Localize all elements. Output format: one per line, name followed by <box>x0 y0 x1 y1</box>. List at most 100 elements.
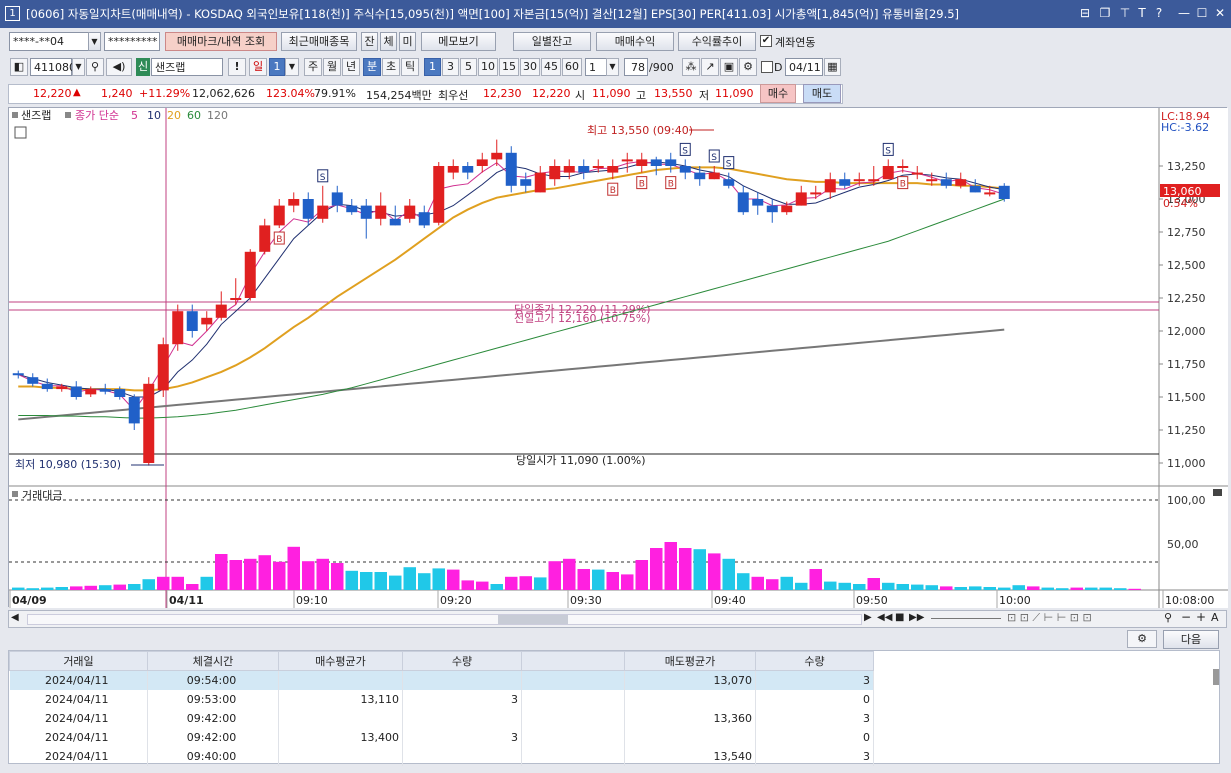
header-buy-qty[interactable]: 수량 <box>402 651 522 671</box>
volume-bar <box>983 587 996 590</box>
header-blank[interactable] <box>521 651 625 671</box>
volume-bar <box>853 584 866 590</box>
date-input[interactable]: 04/11 <box>785 58 823 76</box>
table-row[interactable]: 2024/04/11 09:54:00 13,070 3 <box>9 670 874 690</box>
help-icon[interactable]: ? <box>1151 5 1167 21</box>
stop-icon[interactable]: ■ <box>895 612 904 623</box>
period-day-button[interactable]: 일 <box>249 58 267 76</box>
candle-body <box>346 205 358 213</box>
table-row[interactable]: 2024/04/11 09:40:00 13,540 3 <box>9 746 874 766</box>
buy-button[interactable]: 매수 <box>760 84 796 103</box>
zoom-slider[interactable] <box>931 618 1001 619</box>
trades-table: 거래일 체결시간 매수평균가 수량 매도평균가 수량 2024/04/11 09:… <box>9 651 874 766</box>
sound-icon[interactable]: ◀) <box>106 58 132 76</box>
interval-dropdown-icon[interactable]: ▼ <box>606 58 619 76</box>
period-second-button[interactable]: 초 <box>382 58 400 76</box>
zoom-in-icon[interactable]: + <box>1196 610 1206 624</box>
scroll-left-icon[interactable]: ◀ <box>11 612 19 623</box>
sell-button[interactable]: 매도 <box>803 84 841 103</box>
trade-profit-button[interactable]: 매매수익 <box>596 32 674 51</box>
table-cell: 3 <box>755 670 874 690</box>
table-cell: 0 <box>755 689 874 709</box>
zoom-icon[interactable]: ⚲ <box>1164 611 1172 624</box>
period-dropdown-icon[interactable]: ▼ <box>285 58 299 76</box>
period-minute-button[interactable]: 분 <box>363 58 381 76</box>
table-cell <box>624 689 756 709</box>
header-buy-avg[interactable]: 매수평균가 <box>278 651 403 671</box>
period-month-button[interactable]: 월 <box>323 58 341 76</box>
drawing-tool-icon[interactable]: ↗ <box>701 58 719 76</box>
minute-10-button[interactable]: 10 <box>478 58 498 76</box>
header-sell-qty[interactable]: 수량 <box>755 651 874 671</box>
stock-code-input[interactable]: 411080 <box>30 58 76 76</box>
header-exec-time[interactable]: 체결시간 <box>147 651 279 671</box>
font-a-icon[interactable]: A <box>1211 611 1219 624</box>
period-year-button[interactable]: 년 <box>342 58 360 76</box>
new-listing-tag: 신 <box>136 58 150 76</box>
pin-icon[interactable]: ⊤ <box>1117 5 1133 21</box>
scroll-track[interactable] <box>27 614 862 625</box>
indicator-icon[interactable]: ⁂ <box>682 58 700 76</box>
table-cell: 09:53:00 <box>147 689 279 709</box>
bar-count-input[interactable]: 78 <box>624 58 648 76</box>
minute-15-button[interactable]: 15 <box>499 58 519 76</box>
memo-button[interactable]: 메모보기 <box>421 32 496 51</box>
copy-window-icon[interactable]: ❐ <box>1097 5 1113 21</box>
header-trade-date[interactable]: 거래일 <box>9 651 148 671</box>
executed-button[interactable]: 체 <box>380 32 397 51</box>
table-row[interactable]: 2024/04/11 09:42:00 13,400 3 0 <box>9 727 874 747</box>
period-week-button[interactable]: 주 <box>304 58 322 76</box>
d-checkbox[interactable] <box>761 61 773 73</box>
account-link-checkbox[interactable]: ✔ <box>760 35 772 47</box>
daily-balance-button[interactable]: 일별잔고 <box>513 32 591 51</box>
zoom-out-icon[interactable]: − <box>1181 610 1191 624</box>
fast-forward-icon[interactable]: ▶▶ <box>909 612 924 623</box>
password-field[interactable]: ********* <box>104 32 160 51</box>
volume-bar <box>693 549 706 590</box>
minute-30-button[interactable]: 30 <box>520 58 540 76</box>
alert-icon[interactable]: ! <box>228 58 246 76</box>
font-size-icon[interactable]: T <box>1134 5 1150 21</box>
table-settings-icon[interactable]: ⚙ <box>1127 630 1157 648</box>
unexecuted-button[interactable]: 미 <box>399 32 416 51</box>
table-row[interactable]: 2024/04/11 09:42:00 13,360 3 <box>9 708 874 728</box>
table-scrollbar[interactable] <box>1213 669 1219 685</box>
return-trend-button[interactable]: 수익률추이 <box>678 32 756 51</box>
scroll-right-icon[interactable]: ▶ <box>864 612 872 623</box>
period-tick-button[interactable]: 틱 <box>401 58 419 76</box>
close-icon[interactable]: ✕ <box>1212 5 1228 21</box>
minute-1-button[interactable]: 1 <box>424 58 441 76</box>
scroll-thumb[interactable] <box>498 615 568 624</box>
maximize-icon[interactable]: ☐ <box>1194 5 1210 21</box>
minute-3-button[interactable]: 3 <box>442 58 459 76</box>
header-sell-avg[interactable]: 매도평균가 <box>624 651 756 671</box>
table-row[interactable]: 2024/04/11 09:53:00 13,110 3 0 <box>9 689 874 709</box>
next-button[interactable]: 다음 <box>1163 630 1219 649</box>
chart-type-icon[interactable]: ◧ <box>10 58 28 76</box>
minimize-icon[interactable]: — <box>1176 5 1192 21</box>
interval-count-input[interactable]: 1 <box>585 58 607 76</box>
save-icon[interactable]: ▣ <box>720 58 738 76</box>
volume-bar <box>157 576 170 590</box>
balance-button[interactable]: 잔 <box>361 32 378 51</box>
calendar-icon[interactable]: ▦ <box>824 58 841 76</box>
recent-trades-button[interactable]: 최근매매종목 <box>281 32 357 51</box>
tool-icons[interactable]: ⊡ ⊡ ⟋ ⊢ ⊢ ⊡ ⊡ <box>1007 611 1092 625</box>
trade-mark-query-button[interactable]: 매매마크/내역 조회 <box>165 32 277 51</box>
account-dropdown-icon[interactable]: ▼ <box>88 32 101 51</box>
period-day-count[interactable]: 1 <box>269 58 285 76</box>
search-icon[interactable]: ⚲ <box>86 58 104 76</box>
minute-5-button[interactable]: 5 <box>460 58 477 76</box>
rewind-icon[interactable]: ◀◀ <box>877 612 892 623</box>
minute-60-button[interactable]: 60 <box>562 58 582 76</box>
minute-45-button[interactable]: 45 <box>541 58 561 76</box>
open-label: 시 <box>575 89 586 102</box>
chart-canvas[interactable]: 13,25013,00012,75012,50012,25012,00011,7… <box>9 108 1228 608</box>
link-icon[interactable]: ⊟ <box>1077 5 1093 21</box>
price-chart[interactable]: 13,250 13,000 12,750 12,500 12,250 12,000 11,7… <box>8 107 1228 608</box>
settings-icon[interactable]: ⚙ <box>739 58 757 76</box>
code-dropdown-icon[interactable]: ▼ <box>72 58 85 76</box>
stock-name-field[interactable]: 샌즈랩 <box>151 58 223 76</box>
volume-bar <box>55 587 68 590</box>
account-field[interactable]: ****-**04 <box>9 32 89 51</box>
